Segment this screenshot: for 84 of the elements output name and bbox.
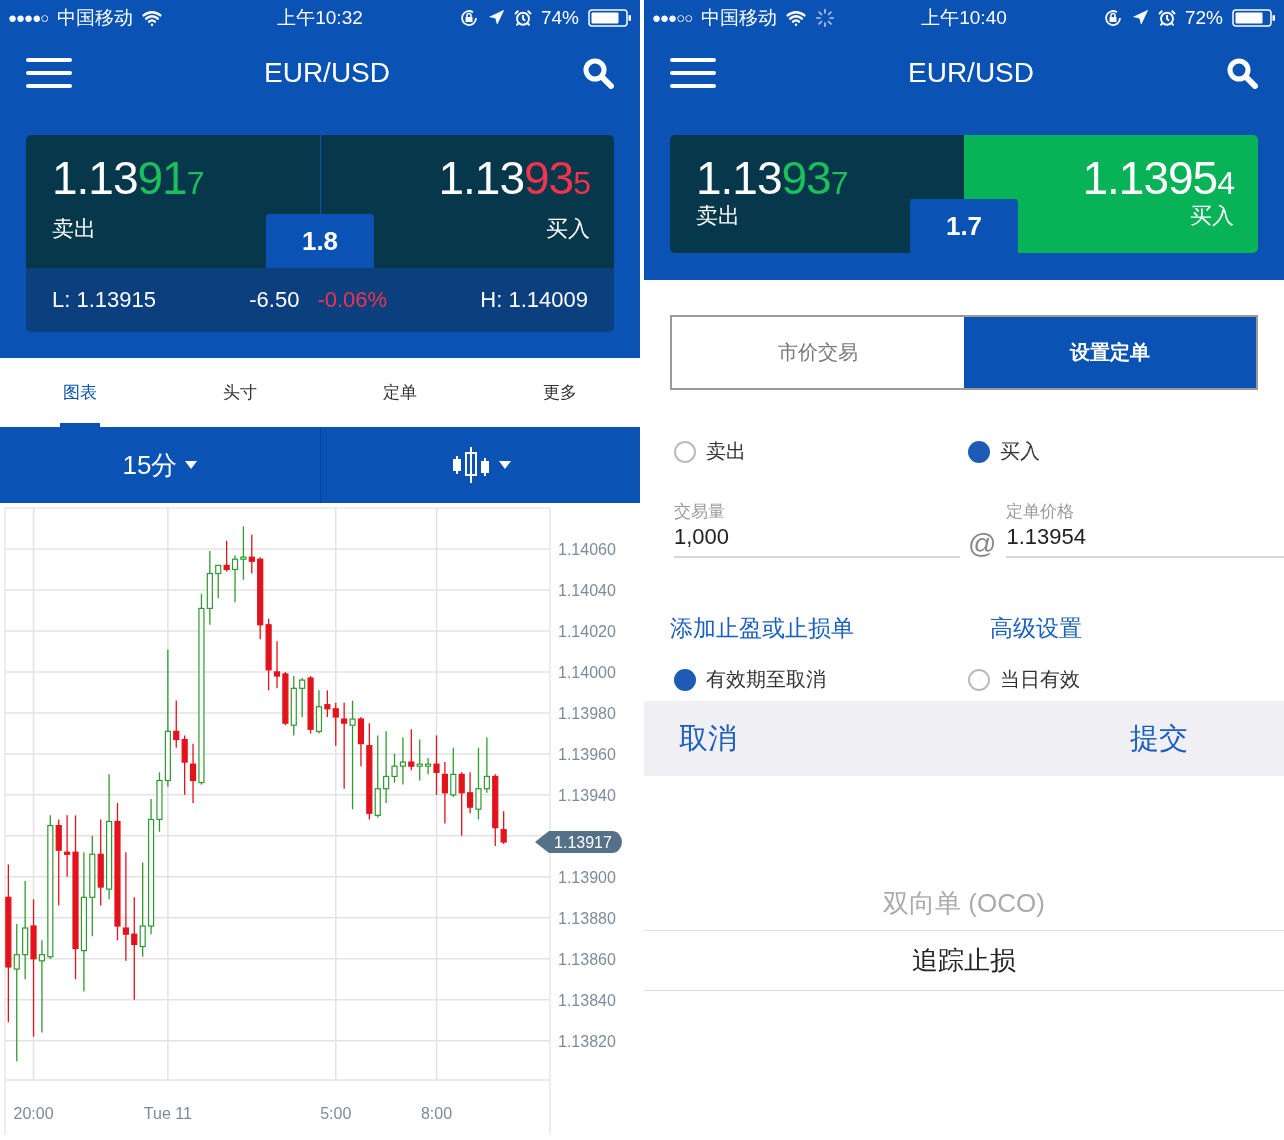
side-label: 卖出 bbox=[696, 202, 740, 230]
radio-option[interactable]: 卖出 bbox=[670, 438, 964, 465]
axis-label: 1.13900 bbox=[558, 868, 616, 886]
interval-dropdown[interactable]: 15分 bbox=[0, 427, 320, 503]
axis-label: 1.13840 bbox=[558, 991, 616, 1009]
clock-time: 上午10:32 bbox=[277, 5, 363, 30]
signal-dots: ●●●○○ bbox=[652, 9, 693, 26]
spread-badge: 1.7 bbox=[909, 199, 1019, 253]
axis-label: 1.13960 bbox=[558, 745, 616, 763]
axis-label: Tue 11 bbox=[143, 1105, 192, 1122]
search-icon bbox=[1226, 56, 1258, 89]
axis-label: 1.14040 bbox=[558, 581, 616, 599]
axis-label: 1.13980 bbox=[558, 704, 616, 722]
axis-label: 1.14020 bbox=[558, 622, 616, 640]
side-label: 卖出 bbox=[52, 215, 96, 243]
signal-dots: ●●●●○ bbox=[8, 9, 49, 26]
rotation-lock-icon bbox=[458, 7, 479, 28]
picker-option[interactable]: 追踪止损 bbox=[644, 931, 1284, 991]
menu-button[interactable] bbox=[26, 56, 72, 89]
at-sign: @ bbox=[968, 530, 997, 558]
candlestick-icon bbox=[450, 446, 491, 484]
tab[interactable]: 图表 bbox=[0, 358, 160, 427]
axis-label: 1.13940 bbox=[558, 786, 616, 804]
menu-icon bbox=[670, 56, 716, 89]
search-button[interactable] bbox=[582, 56, 614, 89]
battery-percent: 72% bbox=[1184, 6, 1223, 29]
battery-percent: 74% bbox=[540, 6, 579, 29]
axis-label: 1.13820 bbox=[558, 1032, 616, 1050]
rotation-lock-icon bbox=[1102, 7, 1123, 28]
field-label: 定单价格 bbox=[1006, 501, 1075, 523]
radio-button[interactable] bbox=[968, 440, 990, 463]
search-icon bbox=[582, 56, 614, 89]
menu-button[interactable] bbox=[670, 56, 716, 89]
high-price: H: 1.14009 bbox=[480, 287, 588, 313]
sell-price: 1.13937 bbox=[696, 155, 848, 201]
link[interactable]: 高级设置 bbox=[990, 613, 1258, 644]
clock-time: 上午10:40 bbox=[921, 5, 1007, 30]
segment-tab[interactable]: 设置定单 bbox=[964, 317, 1256, 388]
radio-option[interactable]: 当日有效 bbox=[964, 666, 1258, 693]
carrier-name: 中国移动 bbox=[701, 5, 778, 30]
location-arrow-icon bbox=[1131, 9, 1149, 26]
input-field[interactable]: 1,000 bbox=[674, 524, 960, 558]
side-label: 买入 bbox=[1190, 202, 1234, 230]
tab[interactable]: 更多 bbox=[480, 358, 640, 427]
pair-title: EUR/USD bbox=[264, 56, 390, 89]
cancel-button[interactable]: 取消 bbox=[679, 718, 737, 759]
change-percent: -0.06% bbox=[317, 287, 388, 313]
search-button[interactable] bbox=[1226, 56, 1258, 89]
link[interactable]: 添加止盈或止损单 bbox=[670, 613, 964, 644]
axis-label: 1.14060 bbox=[558, 541, 616, 558]
buy-price: 1.13935 bbox=[438, 155, 590, 201]
side-label: 买入 bbox=[546, 215, 590, 243]
axis-label: 5:00 bbox=[320, 1105, 352, 1122]
pair-title: EUR/USD bbox=[908, 56, 1034, 89]
carrier-name: 中国移动 bbox=[57, 5, 134, 30]
tab[interactable]: 头寸 bbox=[160, 358, 320, 427]
battery-icon bbox=[1232, 7, 1276, 28]
sell-price: 1.13917 bbox=[52, 155, 204, 201]
axis-label: 1.13860 bbox=[558, 950, 616, 968]
input-field[interactable]: 1.13954 bbox=[1006, 524, 1284, 558]
field-label: 交易量 bbox=[674, 501, 726, 523]
axis-label: 1.13880 bbox=[558, 909, 616, 927]
radio-button[interactable] bbox=[674, 668, 696, 691]
caret-icon bbox=[185, 461, 198, 469]
axis-label: 20:00 bbox=[13, 1105, 54, 1122]
radio-option[interactable]: 有效期至取消 bbox=[670, 666, 964, 693]
spread-badge: 1.8 bbox=[265, 214, 375, 268]
axis-label: 8:00 bbox=[420, 1105, 453, 1122]
change-value: -6.50 bbox=[249, 287, 300, 313]
axis-label: 1.14000 bbox=[558, 663, 616, 681]
radio-button[interactable] bbox=[968, 668, 990, 691]
battery-icon bbox=[588, 7, 632, 28]
buy-price: 1.13954 bbox=[1082, 155, 1234, 201]
radio-button[interactable] bbox=[674, 440, 696, 463]
low-price: L: 1.13915 bbox=[52, 287, 156, 313]
location-arrow-icon bbox=[487, 9, 505, 26]
price-tag: 1.13917 bbox=[535, 831, 622, 853]
submit-button[interactable]: 提交 bbox=[1130, 718, 1188, 759]
menu-icon bbox=[26, 56, 72, 89]
radio-option[interactable]: 买入 bbox=[964, 438, 1258, 465]
caret-icon bbox=[498, 461, 511, 469]
alarm-icon bbox=[513, 8, 532, 27]
alarm-icon bbox=[1157, 8, 1176, 27]
tab[interactable]: 定单 bbox=[320, 358, 480, 427]
